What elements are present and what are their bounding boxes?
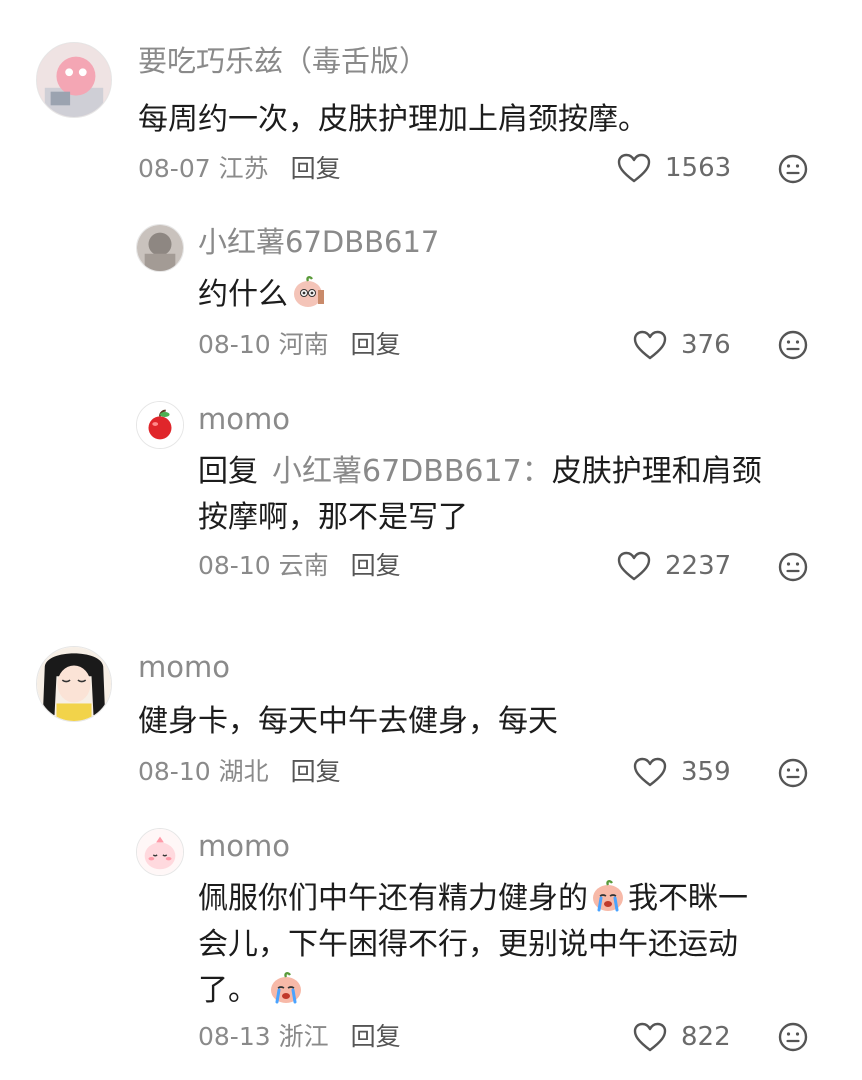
neutral-face-icon	[778, 758, 808, 788]
comment-text-content: 了。	[198, 973, 258, 1008]
like-button[interactable]: 2237	[617, 549, 731, 583]
dislike-button[interactable]	[778, 154, 808, 184]
neutral-face-icon	[778, 330, 808, 360]
comment-author[interactable]: 要吃巧乐兹（毒舌版）	[138, 47, 428, 76]
reply-target-user[interactable]: 小红薯67DBB617：	[272, 454, 552, 489]
dislike-button[interactable]	[778, 758, 808, 788]
comment-date: 08-10	[138, 757, 211, 786]
like-count: 1563	[665, 153, 732, 183]
comment-date: 08-10	[198, 551, 271, 580]
heart-outline-icon	[617, 153, 651, 183]
avatar-image	[37, 647, 111, 721]
comment-author[interactable]: momo	[198, 832, 290, 861]
comment-location: 云南	[278, 551, 329, 580]
dislike-button[interactable]	[778, 1022, 808, 1052]
like-count: 2237	[665, 551, 732, 581]
comment-date: 08-13	[198, 1022, 271, 1051]
comment-meta: 08-10 云南 回复	[198, 553, 401, 578]
comment-location: 浙江	[278, 1022, 329, 1051]
like-count: 822	[681, 1022, 731, 1052]
comment-feed: 要吃巧乐兹（毒舌版） 每周约一次，皮肤护理加上肩颈按摩。 08-07 江苏 回复…	[0, 0, 862, 1080]
comment-text-line: 佩服你们中午还有精力健身的 我不眯一	[198, 876, 748, 922]
comment-text: 约什么	[198, 272, 328, 318]
comment-text: 每周约一次，皮肤护理加上肩颈按摩。	[138, 102, 648, 137]
neutral-face-icon	[778, 1022, 808, 1052]
crying-face-emoji	[268, 970, 304, 1006]
reply-button[interactable]: 回复	[351, 330, 401, 359]
crying-face-emoji	[590, 878, 626, 914]
reply-item: 小红薯67DBB617 约什么 08-10 河南 回复	[136, 222, 836, 372]
like-button[interactable]: 359	[633, 755, 731, 789]
comment-text-line: 按摩啊，那不是写了	[198, 500, 468, 535]
comment-text: 佩服你们中午还有精力健身的 我不眯一 会儿，下午困得不行，更别说中午还运动 了。	[198, 876, 748, 1014]
like-count: 359	[681, 757, 731, 787]
avatar-image	[137, 829, 183, 875]
avatar[interactable]	[36, 646, 112, 722]
neutral-face-icon	[778, 552, 808, 582]
reply-prefix: 回复	[198, 454, 258, 489]
reply-item: momo 佩服你们中午还有精力健身的 我不眯一 会儿，下午困得不行，更别说中午还运…	[136, 826, 836, 1066]
comment-text-content: 佩服你们中午还有精力健身的	[198, 881, 588, 916]
comment-location: 河南	[278, 330, 329, 359]
dislike-button[interactable]	[778, 330, 808, 360]
avatar[interactable]	[136, 224, 184, 272]
neutral-face-icon	[778, 154, 808, 184]
avatar-image	[37, 43, 111, 117]
reply-button[interactable]: 回复	[291, 154, 341, 183]
comment-meta: 08-07 江苏 回复	[138, 156, 341, 181]
like-button[interactable]: 376	[633, 328, 731, 362]
reply-button[interactable]: 回复	[351, 1022, 401, 1051]
comment-author[interactable]: momo	[138, 653, 230, 682]
avatar[interactable]	[36, 42, 112, 118]
comment-author[interactable]: 小红薯67DBB617	[198, 228, 439, 257]
heart-outline-icon	[617, 551, 651, 581]
comment-text-line: 了。	[198, 968, 748, 1014]
reply-button[interactable]: 回复	[351, 551, 401, 580]
peach-face-emoji	[290, 274, 326, 310]
avatar[interactable]	[136, 828, 184, 876]
comment-text-content: 皮肤护理和肩颈	[551, 454, 762, 489]
heart-outline-icon	[633, 757, 667, 787]
comment-location: 湖北	[218, 757, 269, 786]
comment-text-content: 约什么	[198, 277, 288, 312]
comment-date: 08-07	[138, 154, 211, 183]
comment-meta: 08-13 浙江 回复	[198, 1024, 401, 1049]
comment-meta: 08-10 河南 回复	[198, 332, 401, 357]
heart-outline-icon	[633, 1022, 667, 1052]
avatar-image	[137, 402, 183, 448]
comment-date: 08-10	[198, 330, 271, 359]
avatar[interactable]	[136, 401, 184, 449]
comment-text-content: 我不眯一	[628, 881, 748, 916]
comment-author[interactable]: momo	[198, 405, 290, 434]
like-count: 376	[681, 330, 731, 360]
like-button[interactable]: 1563	[617, 151, 731, 185]
heart-outline-icon	[633, 330, 667, 360]
comment-text: 健身卡，每天中午去健身，每天	[138, 704, 558, 739]
dislike-button[interactable]	[778, 552, 808, 582]
comment-location: 江苏	[218, 154, 269, 183]
like-button[interactable]: 822	[633, 1020, 731, 1054]
comment-text: 回复 小红薯67DBB617：皮肤护理和肩颈 按摩啊，那不是写了	[198, 449, 762, 541]
comment-text-line: 会儿，下午困得不行，更别说中午还运动	[198, 927, 738, 962]
avatar-image	[137, 225, 183, 271]
reply-button[interactable]: 回复	[291, 757, 341, 786]
comment-meta: 08-10 湖北 回复	[138, 759, 341, 784]
comment-text-line: 回复 小红薯67DBB617：皮肤护理和肩颈	[198, 449, 762, 495]
